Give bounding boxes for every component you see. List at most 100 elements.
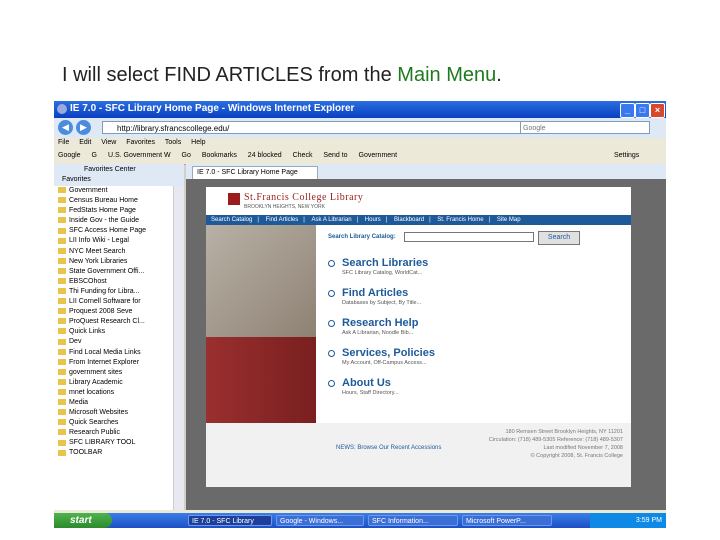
maximize-button[interactable]: □ xyxy=(635,103,650,118)
menu-item-sub: My Account, Off-Campus Access... xyxy=(342,360,427,366)
favorite-item[interactable]: ProQuest Research Cl... xyxy=(54,317,184,327)
bullet-icon xyxy=(328,320,335,327)
forward-icon[interactable]: ▶ xyxy=(76,120,91,135)
task-sfc-info[interactable]: SFC Information... xyxy=(368,515,458,526)
bullet-icon xyxy=(328,290,335,297)
nav-ask-librarian[interactable]: Ask A Librarian xyxy=(312,217,352,223)
tab-sfc-library[interactable]: IE 7.0 - SFC Library Home Page xyxy=(192,166,318,180)
nav-find-articles[interactable]: Find Articles xyxy=(266,217,299,223)
footer-phone: Circulation: (718) 489-5305 Reference: (… xyxy=(488,437,623,443)
favorite-item[interactable]: Government xyxy=(54,186,184,196)
folder-icon xyxy=(58,197,66,204)
favorite-item[interactable]: LII Cornell Software for xyxy=(54,297,184,307)
menu-tools[interactable]: Tools xyxy=(165,139,181,146)
menu-item-sub: SFC Library Catalog, WorldCat... xyxy=(342,270,423,276)
favorite-label: Census Bureau Home xyxy=(69,197,138,205)
menu-item-title[interactable]: Services, Policies xyxy=(342,347,435,359)
back-icon[interactable]: ◀ xyxy=(58,120,73,135)
favorite-item[interactable]: Research Public xyxy=(54,428,184,438)
favorite-item[interactable]: Library Academic xyxy=(54,378,184,388)
clock: 3:59 PM xyxy=(635,517,662,524)
folder-icon xyxy=(58,227,66,234)
favorite-item[interactable]: Proquest 2008 Seve xyxy=(54,307,184,317)
favorite-item[interactable]: Find Local Media Links xyxy=(54,348,184,358)
toolbar-settings[interactable]: Settings xyxy=(614,152,639,159)
catalog-search-button[interactable]: Search xyxy=(538,231,580,245)
favorite-item[interactable]: Microsoft Websites xyxy=(54,408,184,418)
college-logo-icon xyxy=(228,193,240,205)
favorite-item[interactable]: Thi Funding for Libra... xyxy=(54,287,184,297)
menu-help[interactable]: Help xyxy=(191,139,205,146)
menu-item-title[interactable]: Research Help xyxy=(342,317,418,329)
nav-site-map[interactable]: Site Map xyxy=(497,217,521,223)
favorite-label: FedStats Home Page xyxy=(69,207,136,215)
favorite-item[interactable]: SFC LIBRARY TOOL xyxy=(54,438,184,448)
folder-icon xyxy=(58,247,66,254)
toolbar-send-to[interactable]: Send to xyxy=(323,152,347,159)
favorite-item[interactable]: State Government Offi... xyxy=(54,267,184,277)
menu-item-title[interactable]: About Us xyxy=(342,377,391,389)
slide-caption: I will select FIND ARTICLES from the Mai… xyxy=(62,64,502,87)
tab-row: IE 7.0 - SFC Library Home Page xyxy=(186,164,666,180)
favorite-item[interactable]: Dev xyxy=(54,337,184,347)
favorites-pane: Government Census Bureau Home FedStats Hom… xyxy=(54,186,184,510)
bullet-icon xyxy=(328,260,335,267)
favorites-button[interactable]: Favorites xyxy=(62,176,91,183)
favorite-item[interactable]: Media xyxy=(54,398,184,408)
toolbar-popups-blocked[interactable]: 24 blocked xyxy=(248,152,282,159)
news-link[interactable]: NEWS: Browse Our Recent Accessions xyxy=(336,445,441,451)
footer-modified: Last modified November 7, 2008 xyxy=(543,445,624,451)
task-ie-library[interactable]: IE 7.0 - SFC Library xyxy=(188,515,272,526)
footer-address: 180 Remsen Street Brooklyn Heights, NY 1… xyxy=(505,429,623,435)
toolbar-check[interactable]: Check xyxy=(293,152,313,159)
favorite-item[interactable]: Inside Gov - the Guide xyxy=(54,216,184,226)
favorite-item[interactable]: Quick Searches xyxy=(54,418,184,428)
system-tray: 3:59 PM xyxy=(590,513,666,528)
start-button[interactable]: start xyxy=(54,513,112,528)
address-bar[interactable]: http://library.sfrancscollege.edu/ xyxy=(102,121,522,134)
menu-file[interactable]: File xyxy=(58,139,69,146)
favorite-item[interactable]: LII Info Wiki - Legal xyxy=(54,236,184,246)
menu-item-sub: Hours, Staff Directory... xyxy=(342,390,399,396)
favorite-item[interactable]: NYC Meet Search xyxy=(54,247,184,257)
search-box[interactable]: Google xyxy=(520,121,650,134)
folder-icon xyxy=(58,409,66,416)
nav-search-catalog[interactable]: Search Catalog xyxy=(211,217,252,223)
favorite-item[interactable]: EBSCOhost xyxy=(54,277,184,287)
favorite-item[interactable]: TOOLBAR xyxy=(54,448,184,458)
nav-st-francis-home[interactable]: St. Francis Home xyxy=(437,217,483,223)
task-google[interactable]: Google - Windows... xyxy=(276,515,364,526)
photo-couch xyxy=(206,337,316,423)
folder-icon xyxy=(58,358,66,365)
toolbar-government[interactable]: Government xyxy=(359,152,398,159)
toolbar-search-field[interactable]: U.S. Government W xyxy=(108,152,171,159)
toolbar-bookmarks[interactable]: Bookmarks xyxy=(202,152,237,159)
menu-edit[interactable]: Edit xyxy=(79,139,91,146)
minimize-button[interactable]: _ xyxy=(620,103,635,118)
favorite-item[interactable]: government sites xyxy=(54,368,184,378)
google-g-button[interactable]: G xyxy=(92,152,97,159)
menu-view[interactable]: View xyxy=(101,139,116,146)
menu-item-sub: Ask A Librarian, Noodle Bib... xyxy=(342,330,414,336)
favorite-item[interactable]: From Internet Explorer xyxy=(54,358,184,368)
favorite-item[interactable]: New York Libraries xyxy=(54,257,184,267)
menu-favorites[interactable]: Favorites xyxy=(126,139,155,146)
library-site: St.Francis College Library BROOKLYN HEIG… xyxy=(206,187,631,487)
nav-blackboard[interactable]: Blackboard xyxy=(394,217,424,223)
favorite-item[interactable]: Quick Links xyxy=(54,327,184,337)
close-button[interactable]: × xyxy=(650,103,665,118)
favorite-label: Proquest 2008 Seve xyxy=(69,308,133,316)
task-powerpoint[interactable]: Microsoft PowerP... xyxy=(462,515,552,526)
favorite-item[interactable]: mnet locations xyxy=(54,388,184,398)
window-title: IE 7.0 - SFC Library Home Page - Windows… xyxy=(70,103,355,114)
favorite-item[interactable]: SFC Access Home Page xyxy=(54,226,184,236)
menu-item-title[interactable]: Search Libraries xyxy=(342,257,428,269)
menu-item-title[interactable]: Find Articles xyxy=(342,287,408,299)
nav-hours[interactable]: Hours xyxy=(365,217,381,223)
favorite-item[interactable]: FedStats Home Page xyxy=(54,206,184,216)
favorites-scrollbar[interactable] xyxy=(173,186,184,510)
favorite-item[interactable]: Census Bureau Home xyxy=(54,196,184,206)
folder-icon xyxy=(58,187,66,194)
catalog-search-input[interactable] xyxy=(404,232,534,242)
toolbar-go-button[interactable]: Go xyxy=(182,152,191,159)
